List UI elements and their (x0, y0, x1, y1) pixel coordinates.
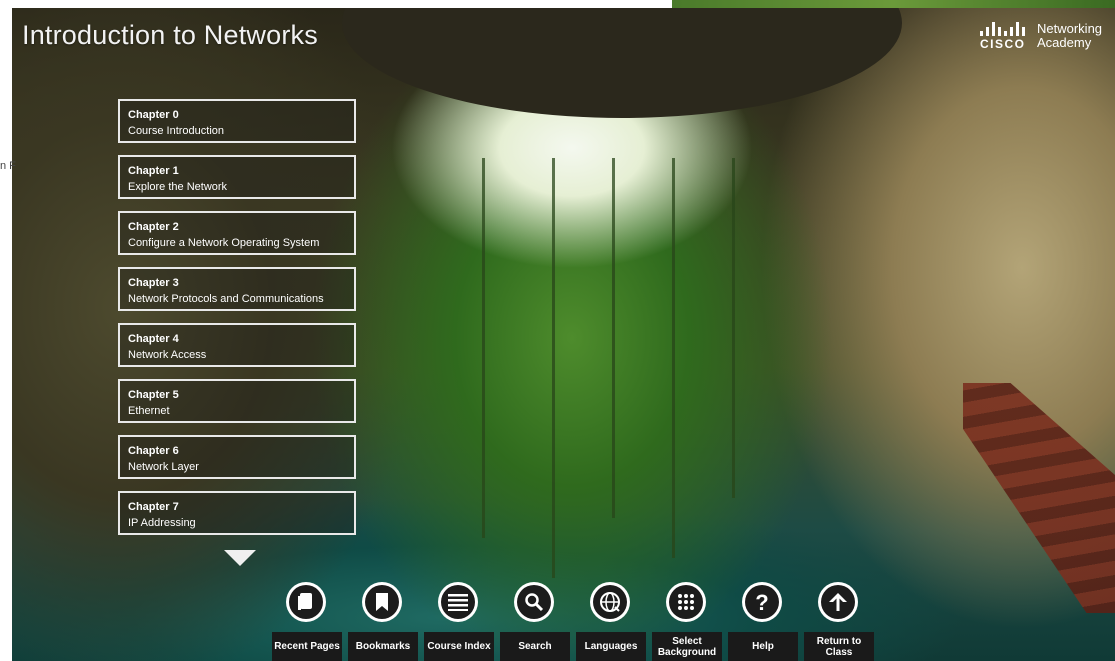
course-index-label: Course Index (424, 632, 494, 661)
search-button[interactable]: Search (500, 580, 572, 661)
vine (672, 158, 675, 558)
chapter-name: Configure a Network Operating System (128, 237, 320, 249)
partial-image-strip (672, 0, 1115, 8)
svg-text:?: ? (755, 591, 768, 613)
search-icon (525, 593, 544, 612)
logo-text: Networking Academy (1037, 22, 1102, 50)
chapter-name: Network Access (128, 349, 207, 361)
chapter-number: Chapter 6 (128, 445, 179, 457)
chapter-name: Course Introduction (128, 125, 224, 137)
help-label: Help (728, 632, 798, 661)
chapter-number: Chapter 7 (128, 501, 179, 513)
bookmarks-label: Bookmarks (348, 632, 418, 661)
grid-icon (678, 594, 694, 610)
languages-label: Languages (576, 632, 646, 661)
globe-icon (600, 592, 620, 612)
bookmark-icon (376, 593, 388, 611)
stairs (963, 383, 1115, 613)
logo-line1: Networking (1037, 21, 1103, 36)
chapter-number: Chapter 0 (128, 109, 179, 121)
course-index-button[interactable]: Course Index (424, 580, 496, 661)
chapter-name: IP Addressing (128, 517, 196, 529)
logo-line2: Academy (1037, 35, 1092, 50)
chapter-name: Explore the Network (128, 181, 228, 193)
help-icon: ? (755, 591, 768, 613)
course-title: Introduction to Networks (22, 20, 318, 50)
cisco-networking-academy-logo: CISCO Networking Academy (980, 20, 1110, 54)
arrow-up-icon (829, 593, 847, 611)
vine (612, 158, 615, 518)
chapter-item[interactable]: Chapter 1 Explore the Network (118, 155, 356, 199)
vine (482, 158, 485, 538)
scroll-down-arrow-icon[interactable] (224, 550, 256, 566)
chapter-item[interactable]: Chapter 0 Course Introduction (118, 99, 356, 143)
select-background-button[interactable]: Select Background (652, 580, 724, 661)
chapter-number: Chapter 1 (128, 165, 179, 177)
chapter-item[interactable]: Chapter 4 Network Access (118, 323, 356, 367)
chapter-number: Chapter 3 (128, 277, 179, 289)
recent-pages-icon (298, 593, 312, 610)
return-to-class-label: Return to Class (804, 632, 874, 661)
chapter-name: Network Protocols and Communications (128, 293, 324, 305)
chapter-item[interactable]: Chapter 6 Network Layer (118, 435, 356, 479)
cisco-bars-icon (980, 22, 1028, 36)
vine (732, 158, 735, 498)
vine (552, 158, 555, 578)
partial-page-text: n F (0, 160, 16, 172)
chapter-name: Ethernet (128, 405, 170, 417)
bottom-toolbar: Recent Pages Bookmarks Course Index Sear… (272, 580, 874, 661)
select-background-label: Select Background (652, 632, 722, 661)
chapter-item[interactable]: Chapter 2 Configure a Network Operating … (118, 211, 356, 255)
list-icon (448, 594, 468, 611)
bookmarks-button[interactable]: Bookmarks (348, 580, 420, 661)
languages-button[interactable]: Languages (576, 580, 648, 661)
cave-rim (342, 8, 902, 118)
logo-wordmark: CISCO (980, 37, 1026, 51)
chapter-item[interactable]: Chapter 7 IP Addressing (118, 491, 356, 535)
help-button[interactable]: ? Help (728, 580, 800, 661)
search-label: Search (500, 632, 570, 661)
chapter-number: Chapter 4 (128, 333, 179, 345)
chapter-item[interactable]: Chapter 3 Network Protocols and Communic… (118, 267, 356, 311)
chapter-name: Network Layer (128, 461, 199, 473)
return-to-class-button[interactable]: Return to Class (804, 580, 876, 661)
chapter-item[interactable]: Chapter 5 Ethernet (118, 379, 356, 423)
recent-pages-button[interactable]: Recent Pages (272, 580, 344, 661)
recent-pages-label: Recent Pages (272, 632, 342, 661)
chapter-number: Chapter 2 (128, 221, 179, 233)
chapter-number: Chapter 5 (128, 389, 179, 401)
